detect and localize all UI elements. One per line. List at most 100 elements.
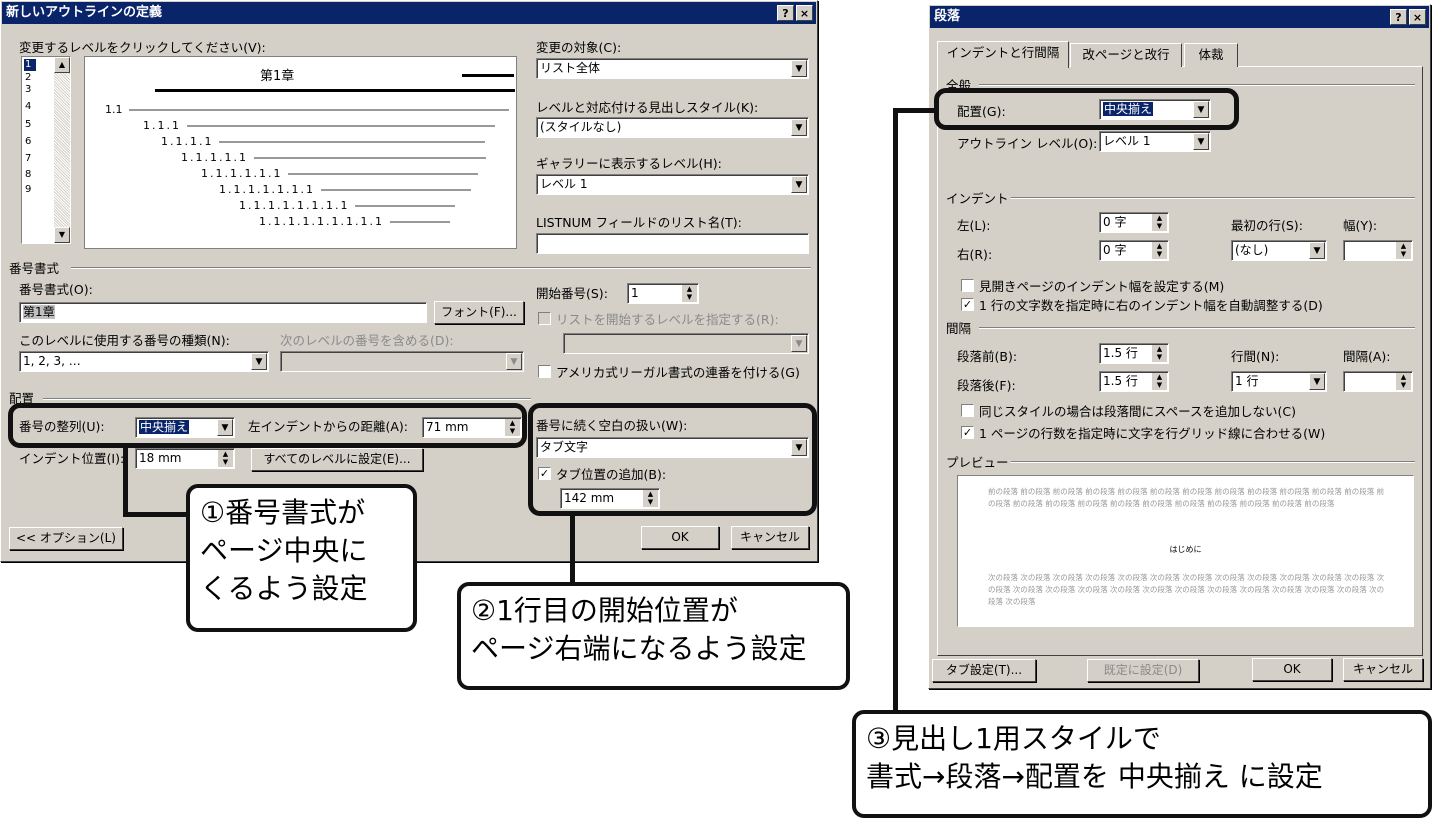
by-spinner[interactable]: ▲ ▼: [1343, 240, 1413, 261]
ok-button[interactable]: OK: [641, 526, 719, 549]
indent-group-label: インデント: [946, 191, 1009, 206]
number-format-group-line: [71, 267, 811, 269]
indent-group-line: [1011, 197, 1415, 199]
cancel-button[interactable]: キャンセル: [731, 526, 809, 549]
auto-adjust-checkbox[interactable]: ✓: [961, 298, 974, 311]
callout-2: ②1行目の開始位置が ページ右端になるよう設定: [457, 582, 850, 690]
chevron-down-icon[interactable]: ▼: [791, 335, 807, 352]
scroll-down-icon[interactable]: ▼: [54, 227, 70, 243]
restart-level-dropdown[interactable]: ▼: [563, 333, 809, 354]
level-scrollbar[interactable]: ▲ ▼: [54, 57, 70, 243]
line-spacing-label: 行間(N):: [1231, 349, 1280, 364]
link-style-dropdown[interactable]: (スタイルなし) ▼: [536, 117, 809, 138]
level-item-7[interactable]: 7: [25, 153, 31, 164]
number-format-input[interactable]: 第1章: [19, 302, 427, 323]
spacing-group-label: 間隔: [946, 321, 972, 336]
chevron-down-icon[interactable]: ▼: [506, 353, 522, 370]
apply-to-dropdown[interactable]: リスト全体 ▼: [536, 58, 809, 79]
chevron-down-icon[interactable]: ▼: [791, 60, 807, 77]
before-spinner[interactable]: 1.5 行 ▲ ▼: [1099, 343, 1169, 364]
right-indent-value: 0 字: [1103, 243, 1127, 257]
at-spinner[interactable]: ▲ ▼: [1343, 371, 1413, 392]
level-item-9[interactable]: 9: [25, 184, 31, 195]
legal-checkbox[interactable]: [538, 365, 551, 378]
level-listbox[interactable]: 1 2 3 4 5 6 7 8 9 ▲ ▼: [21, 56, 71, 244]
preview-line-4-rule: [253, 157, 486, 159]
level-item-5[interactable]: 5: [25, 119, 31, 130]
start-at-spinner[interactable]: 1 ▲ ▼: [627, 283, 699, 304]
after-spinner[interactable]: 1.5 行 ▲ ▼: [1099, 371, 1169, 392]
set-default-button[interactable]: 既定に設定(D): [1087, 659, 1199, 682]
preview-line-5-rule: [288, 173, 479, 175]
special-indent-dropdown[interactable]: (なし) ▼: [1231, 240, 1327, 261]
tabs-button[interactable]: タブ設定(T)...: [932, 659, 1036, 682]
listnum-input[interactable]: [536, 233, 809, 254]
no-space-label: 同じスタイルの場合は段落間にスペースを追加しない(C): [979, 404, 1296, 419]
level-item-2[interactable]: 2: [25, 72, 31, 83]
preview-line-5: 1.1.1.1.1.1: [201, 167, 479, 180]
level-item-6[interactable]: 6: [25, 136, 31, 147]
general-group-line: [979, 84, 1415, 86]
spinner-arrows-icon[interactable]: ▲ ▼: [681, 285, 697, 302]
outline-dialog-title: 新しいアウトラインの定義: [6, 5, 163, 20]
spinner-arrows-icon[interactable]: ▲ ▼: [1151, 345, 1167, 362]
after-value: 1.5 行: [1103, 374, 1138, 388]
highlight-paragraph-alignment: [934, 88, 1239, 130]
level-item-1[interactable]: 1: [24, 59, 36, 71]
mirror-indent-checkbox[interactable]: [961, 279, 974, 292]
highlight-follow-number-group: [528, 403, 817, 516]
close-button[interactable]: ×: [796, 5, 813, 21]
chevron-down-icon[interactable]: ▼: [1309, 242, 1325, 259]
preview-line-3-text: 1.1.1.1: [161, 135, 214, 148]
tab-line-page-breaks[interactable]: 改ページと改行: [1070, 43, 1182, 67]
gallery-level-dropdown[interactable]: レベル 1 ▼: [536, 174, 809, 195]
left-indent-spinner[interactable]: 0 字 ▲ ▼: [1099, 212, 1169, 233]
tab-indent-spacing[interactable]: インデントと行間隔: [937, 41, 1069, 68]
right-indent-spinner[interactable]: 0 字 ▲ ▼: [1099, 240, 1169, 261]
level-item-8[interactable]: 8: [25, 169, 31, 180]
help-button[interactable]: ?: [1390, 9, 1407, 25]
chevron-down-icon[interactable]: ▼: [251, 353, 267, 370]
close-button[interactable]: ×: [1409, 9, 1426, 25]
restart-checkbox[interactable]: [538, 312, 551, 325]
line-spacing-dropdown[interactable]: 1 行 ▼: [1231, 371, 1327, 392]
spinner-arrows-icon[interactable]: ▲ ▼: [1151, 214, 1167, 231]
spinner-arrows-icon[interactable]: ▲ ▼: [1151, 373, 1167, 390]
preview-line-1-rule: [128, 109, 509, 111]
spinner-arrows-icon[interactable]: ▲ ▼: [1395, 373, 1411, 390]
mirror-indent-label: 見開きページのインデント幅を設定する(M): [979, 279, 1225, 294]
chevron-down-icon[interactable]: ▼: [1309, 373, 1325, 390]
preview-level-divider: [155, 89, 515, 92]
by-label: 幅(Y):: [1343, 218, 1378, 233]
level-item-4[interactable]: 4: [25, 101, 31, 112]
snap-grid-checkbox[interactable]: ✓: [961, 426, 974, 439]
font-button[interactable]: フォント(F)...: [434, 301, 524, 324]
preview-line-5-text: 1.1.1.1.1.1: [201, 167, 283, 180]
indent-at-spinner[interactable]: 18 mm ▲ ▼: [135, 448, 235, 469]
outline-level-label: アウトライン レベル(O):: [957, 136, 1098, 151]
spinner-arrows-icon[interactable]: ▲ ▼: [1151, 242, 1167, 259]
ok-button[interactable]: OK: [1252, 658, 1332, 681]
set-all-levels-button[interactable]: すべてのレベルに設定(E)...: [251, 448, 423, 471]
before-value: 1.5 行: [1103, 346, 1138, 360]
options-button[interactable]: << オプション(L): [9, 527, 123, 550]
number-style-dropdown[interactable]: 1, 2, 3, … ▼: [19, 351, 269, 372]
cancel-button[interactable]: キャンセル: [1343, 658, 1423, 681]
after-label: 段落後(F):: [957, 378, 1016, 393]
chevron-down-icon[interactable]: ▼: [1193, 133, 1209, 150]
outline-level-dropdown[interactable]: レベル 1 ▼: [1099, 131, 1211, 152]
callout-3: ③見出し1用スタイルで 書式→段落→配置を 中央揃え に設定: [852, 710, 1432, 818]
scroll-up-icon[interactable]: ▲: [54, 57, 70, 73]
chevron-down-icon[interactable]: ▼: [791, 119, 807, 136]
no-space-checkbox[interactable]: [961, 404, 974, 417]
spinner-arrows-icon[interactable]: ▲ ▼: [217, 450, 233, 467]
help-button[interactable]: ?: [777, 5, 794, 21]
include-level-dropdown[interactable]: ▼: [280, 351, 524, 372]
chevron-down-icon[interactable]: ▼: [791, 176, 807, 193]
level-item-3[interactable]: 3: [25, 84, 31, 95]
number-format-group-label: 番号書式: [9, 261, 60, 276]
tab-typography[interactable]: 体裁: [1184, 43, 1238, 67]
at-label: 間隔(A):: [1343, 349, 1391, 364]
preview-line-1: 1.1: [105, 103, 509, 116]
spinner-arrows-icon[interactable]: ▲ ▼: [1395, 242, 1411, 259]
